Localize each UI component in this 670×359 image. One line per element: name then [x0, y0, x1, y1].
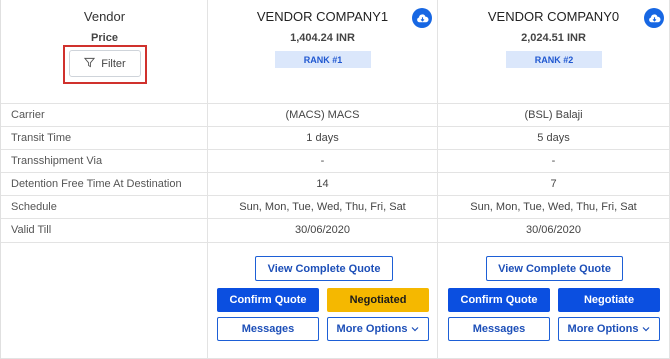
price-label: Price [91, 32, 118, 44]
row-label-schedule: Schedule [11, 201, 57, 213]
row-divider [1, 218, 670, 219]
cell-transit-time: 1 days [306, 132, 339, 144]
row-divider [1, 149, 670, 150]
row-label-carrier: Carrier [11, 109, 45, 121]
rank-badge: RANK #2 [506, 51, 602, 68]
cell-carrier: (BSL) Balaji [524, 109, 583, 121]
chevron-down-icon [411, 324, 419, 334]
vendor-price: 2,024.51 INR [521, 32, 586, 44]
chevron-down-icon [642, 324, 650, 334]
messages-button[interactable]: Messages [217, 317, 319, 341]
view-complete-quote-button[interactable]: View Complete Quote [255, 256, 393, 281]
row-divider [1, 195, 670, 196]
negotiated-button[interactable]: Negotiated [327, 288, 429, 312]
cell-transshipment: - [320, 155, 325, 167]
row-divider [1, 242, 670, 243]
confirm-quote-button[interactable]: Confirm Quote [217, 288, 319, 312]
cell-detention: 14 [316, 178, 329, 190]
cell-transshipment: - [551, 155, 556, 167]
filter-button[interactable]: Filter [69, 50, 141, 77]
messages-button[interactable]: Messages [448, 317, 550, 341]
filter-label: Filter [101, 57, 126, 70]
more-options-button[interactable]: More Options [327, 317, 429, 341]
vendor-price: 1,404.24 INR [290, 32, 355, 44]
row-divider [1, 103, 670, 104]
quote-comparison-table: Vendor Price Filter VENDOR COMPANY1 1,40… [0, 0, 670, 359]
more-options-button[interactable]: More Options [558, 317, 660, 341]
row-label-detention: Detention Free Time At Destination [11, 178, 182, 190]
row-label-transshipment: Transshipment Via [11, 155, 103, 167]
vendor-name: VENDOR COMPANY1 [256, 9, 389, 24]
confirm-quote-button[interactable]: Confirm Quote [448, 288, 550, 312]
cell-schedule: Sun, Mon, Tue, Wed, Thu, Fri, Sat [470, 201, 637, 213]
cloud-download-icon[interactable] [644, 8, 664, 28]
cell-carrier: (MACS) MACS [285, 109, 360, 121]
vendor-column-title: Vendor [83, 9, 126, 24]
more-options-label: More Options [336, 323, 408, 335]
filter-icon [84, 57, 96, 71]
row-divider [1, 126, 670, 127]
row-divider [1, 172, 670, 173]
cell-valid-till: 30/06/2020 [294, 224, 351, 236]
cell-schedule: Sun, Mon, Tue, Wed, Thu, Fri, Sat [239, 201, 406, 213]
rank-badge: RANK #1 [275, 51, 371, 68]
row-label-valid-till: Valid Till [11, 224, 52, 236]
cell-detention: 7 [550, 178, 557, 190]
row-label-transit-time: Transit Time [11, 132, 72, 144]
negotiate-button[interactable]: Negotiate [558, 288, 660, 312]
cloud-download-icon[interactable] [412, 8, 432, 28]
cell-transit-time: 5 days [537, 132, 570, 144]
vendor-name: VENDOR COMPANY0 [487, 9, 620, 24]
more-options-label: More Options [567, 323, 639, 335]
view-complete-quote-button[interactable]: View Complete Quote [486, 256, 623, 281]
cell-valid-till: 30/06/2020 [525, 224, 582, 236]
